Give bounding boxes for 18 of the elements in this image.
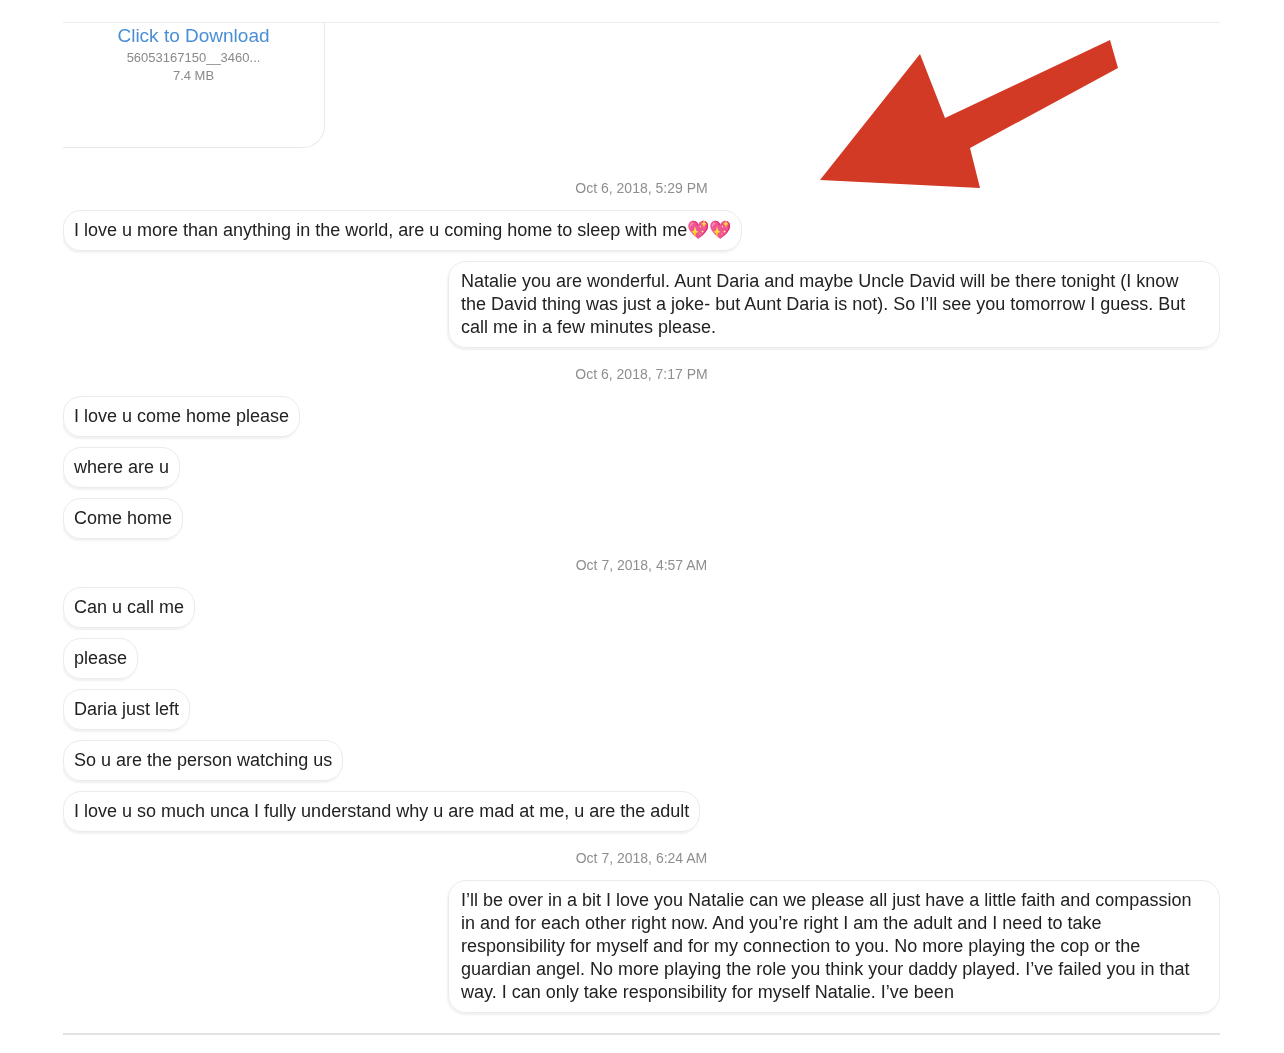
received-message: I love u so much unca I fully understand why u are mad at me, u are the adult bbox=[63, 791, 701, 832]
received-message: where are u bbox=[63, 447, 181, 488]
received-message: Daria just left bbox=[63, 689, 191, 730]
received-message: Come home bbox=[63, 498, 184, 539]
message-timestamp: Oct 6, 2018, 7:17 PM bbox=[575, 366, 708, 382]
download-link[interactable]: Click to Download bbox=[117, 25, 270, 47]
received-message: please bbox=[63, 638, 139, 679]
received-message: So u are the person watching us bbox=[63, 740, 344, 781]
file-size: 7.4 MB bbox=[172, 68, 215, 83]
message-timestamp: Oct 7, 2018, 4:57 AM bbox=[575, 557, 708, 573]
sent-message: I’ll be over in a bit I love you Natalie can we please all just have a little faith and compassion in and for each other right now. And you’re right I am the adult and I need to take responsibility for myself and for my connection to you. No more playing the cop or the guardian angel. No more playing the role you think your daddy played. I’ve failed you in that way. I can only take responsibility for myself Natalie. I’ve been bbox=[448, 880, 1220, 1013]
sent-message: Natalie you are wonderful. Aunt Daria and maybe Uncle David will be there tonight (I know the David thing was just a joke- but Aunt Daria is not). So I’ll see you tomorrow I guess. But call me in a few minutes please. bbox=[448, 261, 1220, 348]
file-name: 56053167150__3460... bbox=[126, 50, 261, 65]
message-timestamp: Oct 6, 2018, 5:29 PM bbox=[575, 180, 708, 196]
received-message: I love u come home please bbox=[63, 396, 301, 437]
received-message: I love u more than anything in the world, are u coming home to sleep with me💖💖 bbox=[63, 210, 743, 251]
received-message: Can u call me bbox=[63, 587, 196, 628]
message-timestamp: Oct 7, 2018, 6:24 AM bbox=[575, 850, 708, 866]
